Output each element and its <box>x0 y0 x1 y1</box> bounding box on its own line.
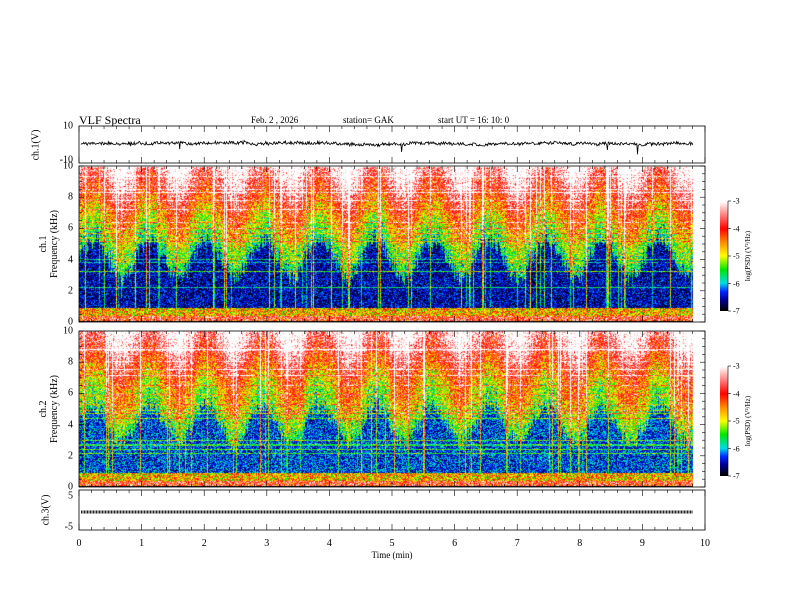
colorbar-2-label: log(PSD) (V²/Hz) <box>744 395 752 447</box>
panel-frame <box>78 165 706 323</box>
x-tick-label: 4 <box>326 538 332 549</box>
colorbar-tick-label: -3 <box>733 361 740 371</box>
freq-ytick-label: 10 <box>63 325 73 337</box>
x-tick-label: 7 <box>514 538 520 549</box>
colorbar-tick-label: -3 <box>733 196 740 206</box>
freq-ytick-label: 4 <box>68 254 73 266</box>
freq-ytick-label: 2 <box>68 285 73 297</box>
colorbar-tick-label: -6 <box>733 279 740 288</box>
colorbar-tick-label: -4 <box>733 224 740 233</box>
freq-ytick-label: 2 <box>68 450 73 462</box>
vlf-spectra-figure: VLF Spectra Feb. 2 , 2026 station= GAK s… <box>0 0 792 612</box>
freq-ytick-label: 8 <box>68 356 73 368</box>
colorbar-tick-label: -7 <box>733 471 740 481</box>
freq-ytick-label: 10 <box>63 160 73 172</box>
freq-ytick-label: 6 <box>68 387 73 399</box>
x-tick-label: 8 <box>577 538 583 549</box>
ch1-ylabel: ch.1(V) <box>30 129 42 161</box>
ch3-ytick-label: -5 <box>64 521 73 533</box>
ch1-ytick-label: 10 <box>63 120 73 132</box>
x-tick-label: 9 <box>639 538 645 549</box>
axes-layer <box>78 125 731 531</box>
ch3-ylabel: ch.3(V) <box>40 494 52 526</box>
colorbar-tick-label: -4 <box>733 389 740 398</box>
spec1-ylabel-freq: Frequency (kHz) <box>49 209 60 279</box>
x-tick-label: 3 <box>264 538 270 549</box>
freq-ytick-label: 4 <box>68 419 73 431</box>
spec2-ylabel-freq: Frequency (kHz) <box>49 374 60 444</box>
x-tick-label: 0 <box>76 538 82 549</box>
colorbar-tick-label: -5 <box>733 251 740 261</box>
x-tick-label: 1 <box>139 538 145 549</box>
x-axis-label: Time (min) <box>371 550 413 560</box>
colorbar-1-label: log(PSD) (V²/Hz) <box>744 230 752 282</box>
x-tick-label: 10 <box>700 538 710 549</box>
x-tick-label: 5 <box>389 538 395 549</box>
colorbar-tick-label: -6 <box>733 444 740 453</box>
ch3-ytick-label: 5 <box>68 490 73 502</box>
ch1-waveform <box>80 139 694 155</box>
freq-ytick-label: 8 <box>68 191 73 203</box>
colorbar-tick-label: -5 <box>733 416 740 426</box>
spec2-ylabel: ch.2 Frequency (kHz) <box>38 375 60 443</box>
spec1-ylabel: ch.1 Frequency (kHz) <box>38 210 60 278</box>
freq-ytick-label: 6 <box>68 222 73 234</box>
x-tick-label: 6 <box>452 538 458 549</box>
x-tick-label: 2 <box>201 538 207 549</box>
colorbar-tick-label: -7 <box>733 306 740 316</box>
panel-frame <box>78 330 706 488</box>
spec2-ylabel-ch: ch.2 <box>38 400 49 418</box>
spec1-ylabel-ch: ch.1 <box>38 235 49 253</box>
